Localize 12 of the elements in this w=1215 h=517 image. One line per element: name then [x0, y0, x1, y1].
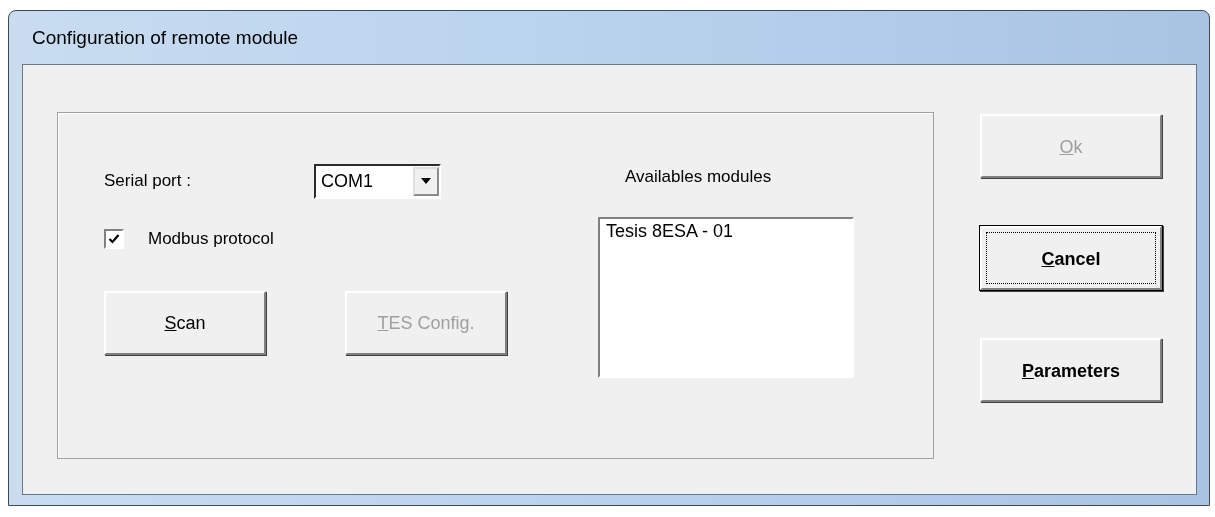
modbus-checkbox[interactable]: [104, 229, 124, 249]
available-modules-label: Availables modules: [624, 167, 772, 187]
serial-port-label: Serial port :: [104, 171, 192, 191]
checkmark-icon: [108, 233, 120, 245]
serial-port-dropdown[interactable]: COM1: [314, 163, 441, 199]
window-title: Configuration of remote module: [31, 26, 299, 49]
module-list-item[interactable]: Tesis 8ESA - 01: [604, 221, 848, 242]
parameters-button[interactable]: Parameters: [980, 338, 1162, 402]
modbus-protocol-label: Modbus protocol: [148, 229, 274, 249]
modules-listbox[interactable]: Tesis 8ESA - 01: [598, 217, 854, 378]
scan-button[interactable]: Scan: [104, 291, 266, 355]
cancel-button[interactable]: Cancel: [980, 226, 1162, 290]
